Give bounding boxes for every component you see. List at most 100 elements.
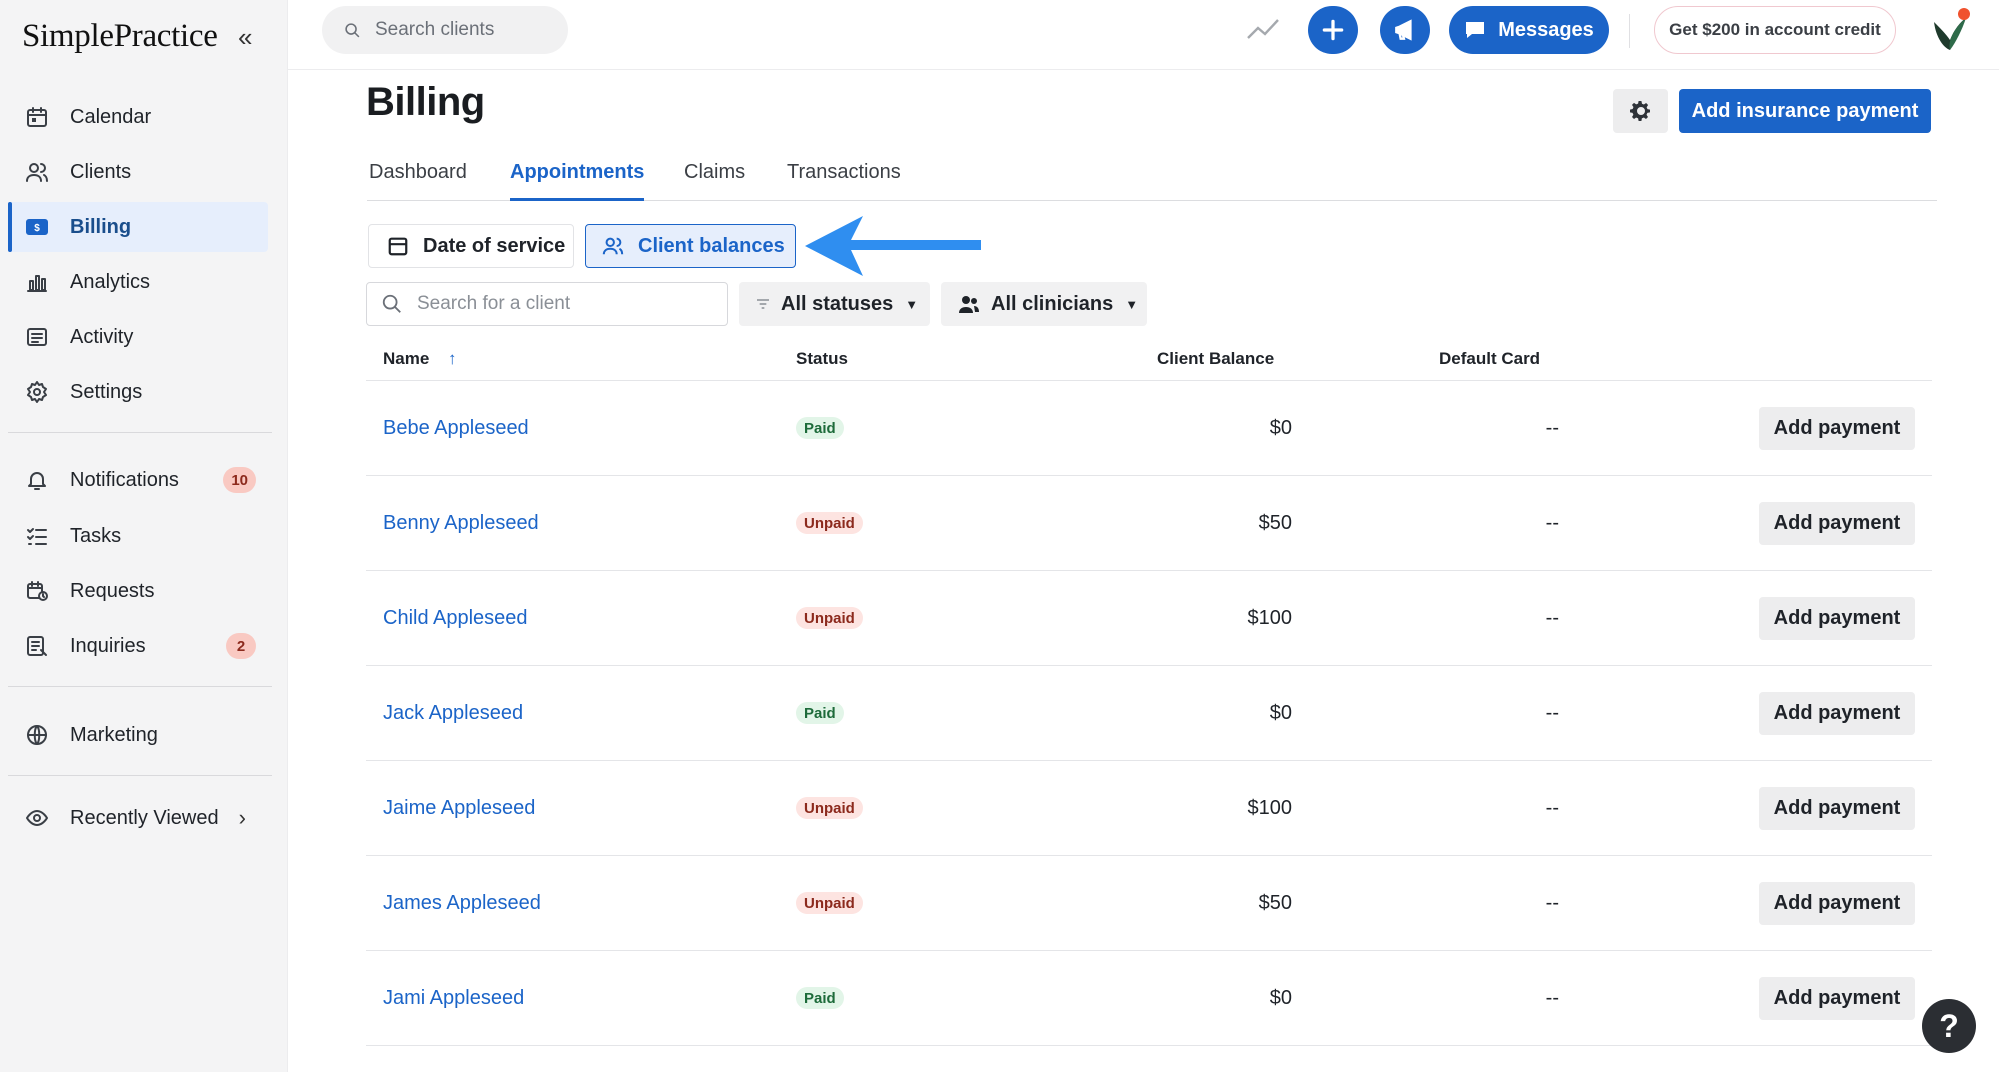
status-badge: Paid [796,987,844,1009]
status-badge: Unpaid [796,512,863,534]
sidebar-item-notifications[interactable]: Notifications 10 [8,455,268,505]
chevron-right-icon: › [238,805,246,830]
sidebar-item-label: Activity [70,325,134,348]
messages-button[interactable]: Messages [1449,6,1609,54]
client-name-link[interactable]: Jaime Appleseed [383,761,535,856]
sidebar-item-label: Notifications [70,468,179,491]
page-title: Billing [366,80,485,124]
column-header-name[interactable]: Name ↑ [383,349,457,369]
sidebar-item-activity[interactable]: Activity [8,312,268,362]
bell-icon [24,467,50,493]
announcements-button[interactable] [1380,6,1430,54]
client-name-link[interactable]: Benny Appleseed [383,476,539,571]
date-of-service-label: Date of service [423,234,566,257]
avatar[interactable] [1926,8,1972,54]
eye-icon [24,805,50,831]
calendar-icon [24,104,50,130]
client-name-link[interactable]: Jack Appleseed [383,666,523,761]
client-name-link[interactable]: Jami Appleseed [383,951,524,1046]
table-row: Jack Appleseed Paid $0 -- Add payment [366,666,1932,761]
status-badge: Paid [796,702,844,724]
column-header-default-card: Default Card [1439,349,1541,368]
app-logo[interactable]: SimplePractice [22,18,218,55]
sidebar-item-settings[interactable]: Settings [8,367,268,417]
table-row: Bebe Appleseed Paid $0 -- Add payment [366,381,1932,476]
requests-icon [24,578,50,604]
search-icon [382,294,401,313]
add-insurance-payment-button[interactable]: Add insurance payment [1679,89,1931,133]
add-payment-button[interactable]: Add payment [1759,502,1915,545]
column-header-client-balance: Client Balance [1157,349,1275,368]
sidebar-item-label: Recently Viewed [70,806,219,829]
activity-icon [24,324,50,350]
sidebar: SimplePractice « Calendar Clients $ Bill… [0,0,288,1072]
client-name-link[interactable]: Bebe Appleseed [383,381,529,476]
client-balance-value: $0 [1269,417,1292,439]
status-badge: Paid [796,417,844,439]
add-payment-button[interactable]: Add payment [1759,977,1915,1020]
add-payment-button[interactable]: Add payment [1759,597,1915,640]
sidebar-item-analytics[interactable]: Analytics [8,257,268,307]
tab-appointments[interactable]: Appointments [510,160,645,201]
sidebar-item-calendar[interactable]: Calendar [8,92,268,142]
chevron-down-icon: ▼ [1125,296,1139,312]
help-button[interactable]: ? [1922,999,1976,1053]
svg-text:$: $ [34,223,40,234]
billing-settings-button[interactable] [1613,89,1668,133]
client-filter-search-input[interactable]: Search for a client [366,282,728,326]
add-payment-button[interactable]: Add payment [1759,407,1915,450]
plus-icon [1322,19,1344,41]
clinician-filter-label: All clinicians [991,292,1114,315]
client-balance-value: $50 [1258,892,1292,914]
add-payment-button[interactable]: Add payment [1759,692,1915,735]
client-name-link[interactable]: James Appleseed [383,856,541,951]
default-card-value: -- [1545,512,1559,534]
tab-claims[interactable]: Claims [684,160,745,200]
sidebar-item-marketing[interactable]: Marketing [8,710,268,760]
sidebar-divider [8,775,272,776]
column-header-status: Status [796,349,848,368]
client-name-link[interactable]: Child Appleseed [383,571,528,666]
add-payment-button[interactable]: Add payment [1759,882,1915,925]
client-balances-label: Client balances [638,234,785,257]
client-balance-value: $0 [1269,702,1292,724]
date-of-service-button[interactable]: Date of service [368,224,574,268]
tab-transactions[interactable]: Transactions [787,160,901,200]
sidebar-item-inquiries[interactable]: Inquiries 2 [8,621,268,671]
sidebar-item-clients[interactable]: Clients [8,147,268,197]
notifications-count-badge: 10 [223,467,256,493]
create-new-button[interactable] [1308,6,1358,54]
sidebar-divider [8,686,272,687]
sidebar-item-billing[interactable]: $ Billing [8,202,268,252]
filter-icon [757,299,769,309]
client-balance-value: $100 [1247,607,1293,629]
sidebar-item-label: Inquiries [70,634,146,657]
client-balance-value: $50 [1258,512,1292,534]
top-bar: Search clients Messages Get $200 in acco… [288,0,1999,70]
gear-icon [1629,101,1650,121]
analytics-icon [24,269,50,295]
default-card-value: -- [1545,987,1559,1009]
sidebar-item-recently-viewed[interactable]: Recently Viewed › [8,793,268,843]
notification-dot [1958,8,1970,20]
sort-ascending-icon[interactable]: ↑ [448,349,457,368]
sidebar-item-label: Calendar [70,105,152,128]
account-credit-button[interactable]: Get $200 in account credit [1654,6,1896,54]
trend-icon[interactable] [1246,16,1280,42]
topbar-divider [1629,14,1630,48]
status-filter-dropdown[interactable]: All statuses ▼ [739,282,930,326]
table-row: Jami Appleseed Paid $0 -- Add payment [366,951,1932,1046]
collapse-sidebar-icon[interactable]: « [238,22,252,53]
sidebar-item-tasks[interactable]: Tasks [8,511,268,561]
clinician-filter-dropdown[interactable]: All clinicians ▼ [941,282,1147,326]
client-balance-value: $0 [1269,987,1292,1009]
sidebar-item-requests[interactable]: Requests [8,566,268,616]
billing-tabs: Dashboard Appointments Claims Transactio… [367,160,1937,201]
add-payment-button[interactable]: Add payment [1759,787,1915,830]
inquiries-count-badge: 2 [226,633,256,659]
client-balances-button[interactable]: Client balances [585,224,796,268]
tab-dashboard[interactable]: Dashboard [369,160,467,200]
megaphone-icon [1395,19,1412,41]
client-search-input[interactable]: Search clients [322,6,568,54]
chevron-down-icon: ▼ [905,296,919,312]
